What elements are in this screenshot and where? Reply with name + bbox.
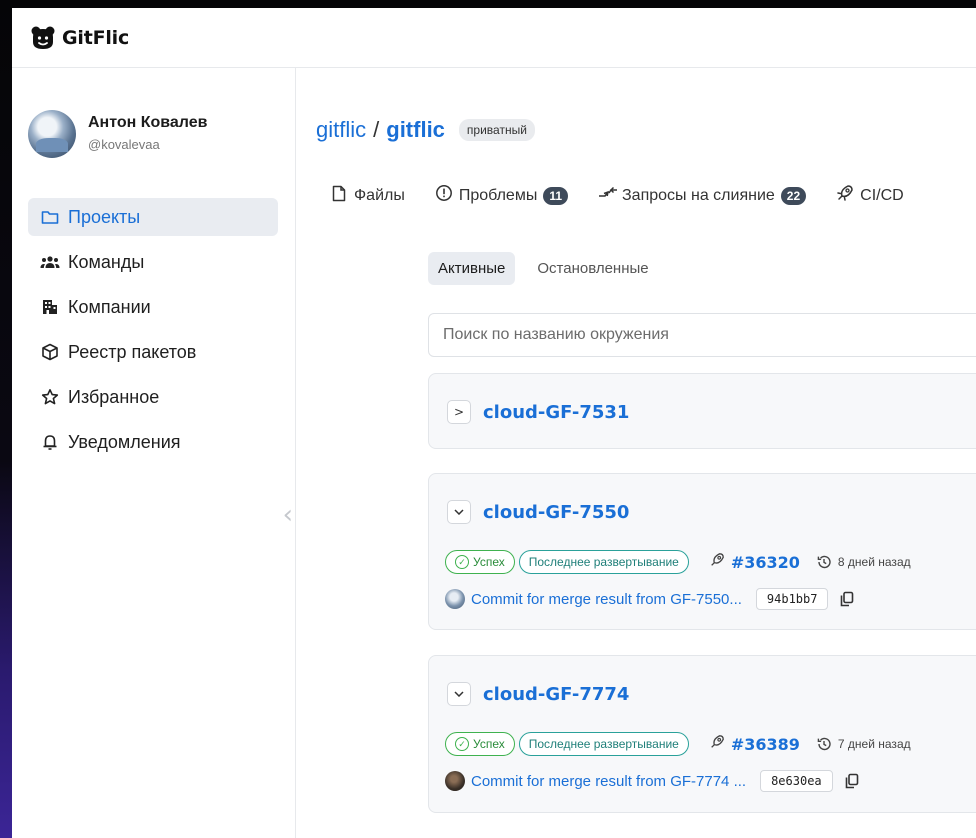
buildings-icon xyxy=(40,297,60,317)
issue-icon xyxy=(435,184,453,207)
rocket-icon xyxy=(836,184,854,207)
last-deployment-badge: Последнее развертывание xyxy=(518,732,689,756)
collapse-sidebar-icon[interactable]: ‹ xyxy=(283,500,293,530)
time-label: 8 дней назад xyxy=(837,555,911,569)
top-bar: GitFlic xyxy=(12,8,976,68)
pipeline-number: #36389 xyxy=(730,734,800,754)
commit-sha[interactable]: 8e630ea xyxy=(760,770,833,792)
bear-logo-icon xyxy=(31,26,55,49)
environment-name-link[interactable]: cloud-GF-7531 xyxy=(483,402,629,423)
main-content: gitflic / gitflic приватный Файлы Пробле… xyxy=(297,68,976,838)
check-icon: ✓ xyxy=(455,737,469,751)
rocket-icon xyxy=(709,734,725,754)
expand-chevron-icon[interactable]: > xyxy=(447,400,471,424)
user-name: Антон Ковалев xyxy=(88,114,208,131)
package-icon xyxy=(40,342,60,362)
avatar xyxy=(445,589,465,609)
status-label: Успех xyxy=(473,737,505,751)
status-label: Успех xyxy=(473,555,505,569)
pipeline-link[interactable]: #36320 xyxy=(709,552,800,572)
sidebar-item-projects[interactable]: Проекты xyxy=(28,198,278,236)
pipeline-link[interactable]: #36389 xyxy=(709,734,800,754)
tab-ci-cd[interactable]: CI/CD xyxy=(836,184,904,207)
environment-name-link[interactable]: cloud-GF-7774 xyxy=(483,684,629,705)
collapse-chevron-icon[interactable] xyxy=(447,682,471,706)
bell-icon xyxy=(40,432,60,452)
environment-header: > cloud-GF-7531 xyxy=(429,374,976,450)
sidebar-item-package-registry[interactable]: Реестр пакетов xyxy=(28,333,278,371)
tab-active[interactable]: Активные xyxy=(428,252,516,285)
environment-name-link[interactable]: cloud-GF-7550 xyxy=(483,502,629,523)
breadcrumb: gitflic / gitflic приватный xyxy=(316,117,535,143)
gitflic-logo[interactable]: GitFlic xyxy=(30,25,129,51)
commit-message-link[interactable]: Commit for merge result from GF-7774 ... xyxy=(471,773,746,790)
status-badge: ✓ Успех xyxy=(445,550,515,574)
tab-merge-requests[interactable]: Запросы на слияние 22 xyxy=(598,186,807,205)
environment-header: cloud-GF-7774 xyxy=(429,656,976,732)
tab-label: Запросы на слияние xyxy=(622,186,775,204)
sidebar: Антон Ковалев @kovalevaa Проекты Команды xyxy=(12,68,296,838)
status-badge: ✓ Успех xyxy=(445,732,515,756)
tab-label: CI/CD xyxy=(860,186,904,204)
deployment-time: 7 дней назад xyxy=(816,736,911,752)
user-login: @kovalevaa xyxy=(88,137,160,152)
copy-icon[interactable] xyxy=(839,770,865,792)
history-icon xyxy=(817,555,831,569)
tab-label: Проблемы xyxy=(458,186,538,204)
avatar xyxy=(28,110,76,158)
environment-card: > cloud-GF-7531 xyxy=(428,373,976,449)
repo-tabs: Файлы Проблемы 11 Запросы на слияние 22 xyxy=(330,184,904,207)
avatar xyxy=(445,771,465,791)
sidebar-item-label: Реестр пакетов xyxy=(68,341,197,362)
tab-label: Файлы xyxy=(354,186,405,204)
issues-count-badge: 11 xyxy=(543,186,569,205)
users-icon xyxy=(40,252,60,272)
sidebar-item-label: Уведомления xyxy=(68,431,181,452)
sidebar-item-label: Компании xyxy=(68,296,151,317)
deployment-meta: ✓ Успех Последнее развертывание #36389 7… xyxy=(429,732,976,756)
merge-icon xyxy=(598,186,618,205)
sidebar-item-teams[interactable]: Команды xyxy=(28,243,278,281)
environment-search-input[interactable] xyxy=(428,313,976,357)
environment-card: cloud-GF-7774 ✓ Успех Последнее разверты… xyxy=(428,655,976,813)
deployment-meta: ✓ Успех Последнее развертывание #36320 8… xyxy=(429,550,976,574)
commit-sha[interactable]: 94b1bb7 xyxy=(755,588,829,610)
environment-header: cloud-GF-7550 xyxy=(429,474,976,550)
sidebar-nav: Проекты Команды Компании Реестр пакетов xyxy=(28,198,278,468)
app-window: GitFlic Антон Ковалев @kovalevaa Проекты xyxy=(12,8,976,838)
repo-name-link[interactable]: gitflic xyxy=(386,117,445,143)
environment-filter-tabs: Активные Остановленные xyxy=(428,252,659,285)
folder-icon xyxy=(40,207,60,227)
tab-files[interactable]: Файлы xyxy=(330,185,405,207)
last-deployment-badge: Последнее развертывание xyxy=(518,550,689,574)
file-icon xyxy=(330,185,348,207)
repo-owner-link[interactable]: gitflic xyxy=(316,117,366,143)
app-name: GitFlic xyxy=(62,26,130,49)
rocket-icon xyxy=(709,552,725,572)
sidebar-item-favorites[interactable]: Избранное xyxy=(28,378,278,416)
pipeline-number: #36320 xyxy=(730,552,800,572)
commit-row: Commit for merge result from GF-7550... … xyxy=(429,588,976,610)
commit-message-link[interactable]: Commit for merge result from GF-7550... xyxy=(471,591,742,608)
star-icon xyxy=(40,387,60,407)
sidebar-item-label: Избранное xyxy=(68,386,160,407)
tab-stopped[interactable]: Остановленные xyxy=(527,252,658,285)
commit-row: Commit for merge result from GF-7774 ...… xyxy=(429,770,976,792)
merge-requests-count-badge: 22 xyxy=(780,186,807,205)
visibility-badge: приватный xyxy=(458,119,535,141)
check-icon: ✓ xyxy=(455,555,469,569)
history-icon xyxy=(817,737,831,751)
sidebar-item-companies[interactable]: Компании xyxy=(28,288,278,326)
copy-icon[interactable] xyxy=(834,588,860,610)
user-profile[interactable]: Антон Ковалев @kovalevaa xyxy=(28,110,207,158)
sidebar-item-notifications[interactable]: Уведомления xyxy=(28,423,278,461)
environment-card: cloud-GF-7550 ✓ Успех Последнее разверты… xyxy=(428,473,976,630)
deployment-time: 8 дней назад xyxy=(816,554,911,570)
sidebar-item-label: Команды xyxy=(68,251,145,272)
breadcrumb-separator: / xyxy=(373,117,380,142)
tab-issues[interactable]: Проблемы 11 xyxy=(435,184,569,207)
time-label: 7 дней назад xyxy=(837,737,911,751)
collapse-chevron-icon[interactable] xyxy=(447,500,471,524)
sidebar-item-label: Проекты xyxy=(68,206,141,227)
